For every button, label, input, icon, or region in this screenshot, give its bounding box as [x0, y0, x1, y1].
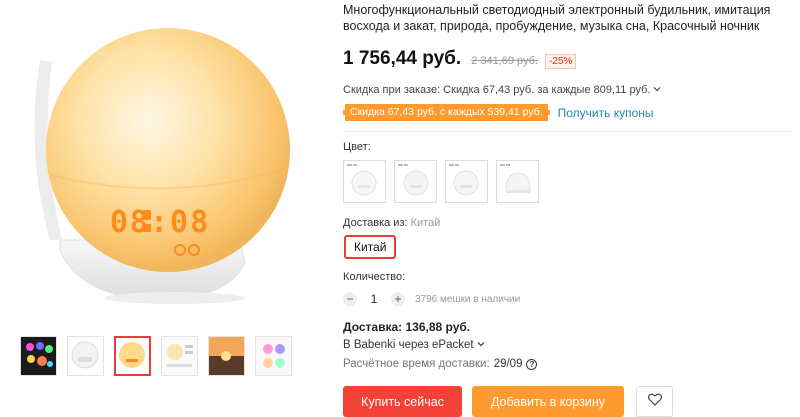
quantity-value[interactable]: 1 [357, 292, 391, 306]
thumbnail-sunset-scene[interactable] [208, 336, 245, 376]
chevron-down-icon [477, 339, 485, 351]
country-option-china[interactable]: Китай [344, 235, 397, 259]
divider [343, 131, 793, 132]
eta-value: 29/09 [493, 358, 523, 370]
delivery-estimate: Расчётное время доставки: 29/09 ? [343, 358, 793, 370]
ship-from-label: Доставка из: [343, 217, 408, 229]
order-discount[interactable]: Скидка при заказе: Скидка 67,43 руб. за … [343, 84, 793, 96]
discount-badge: -25% [545, 54, 577, 69]
coupon-tag: Скидка 67,43 руб. с каждых 539,41 руб. [343, 104, 550, 121]
wishlist-button[interactable] [636, 386, 673, 417]
clock-digits: 08:08 [110, 205, 210, 240]
order-discount-text: Скидка при заказе: Скидка 67,43 руб. за … [343, 84, 651, 96]
delivery-cost: Доставка: 136,88 руб. [343, 320, 471, 334]
color-swatch-3[interactable] [445, 160, 488, 203]
thumbnail-colorful-lamps[interactable] [20, 336, 57, 376]
get-coupons-link[interactable]: Получить купоны [558, 106, 654, 120]
color-swatch-4[interactable] [496, 160, 539, 203]
quantity-label: Количество: [343, 271, 406, 283]
action-buttons: Купить сейчас Добавить в корзину [343, 386, 793, 417]
shipping-method-text: В Babenki через ePacket [343, 339, 474, 351]
heart-icon [647, 393, 662, 411]
product-info: Многофункциональный светодиодный электро… [343, 0, 793, 417]
buy-now-button[interactable]: Купить сейчас [343, 386, 462, 417]
add-to-cart-button[interactable]: Добавить в корзину [472, 386, 624, 417]
thumbnail-glowing-lamp[interactable] [114, 336, 151, 376]
product-main-image[interactable]: 08:08 [0, 0, 330, 330]
shipping-method[interactable]: В Babenki через ePacket [343, 339, 793, 351]
color-swatch-2[interactable] [394, 160, 437, 203]
current-price: 1 756,44 руб. [343, 48, 462, 69]
color-swatch-1[interactable] [343, 160, 386, 203]
thumbnail-strip [20, 336, 292, 376]
eta-label: Расчётное время доставки: [343, 358, 490, 370]
thumbnail-lamp-features[interactable] [161, 336, 198, 376]
price-row: 1 756,44 руб. 2 341,69 руб. -25% [343, 48, 793, 70]
chevron-down-icon [653, 84, 661, 96]
stock-count: 3796 мешки в наличии [415, 293, 521, 305]
quantity-stepper: − 1 + 3796 мешки в наличии [343, 292, 793, 306]
quantity-increase-button[interactable]: + [391, 292, 405, 306]
thumbnail-color-variants[interactable] [255, 336, 292, 376]
thumbnail-white-lamp[interactable] [67, 336, 104, 376]
product-title: Многофункциональный светодиодный электро… [343, 3, 771, 33]
ship-from-value: Китай [410, 217, 441, 229]
color-label: Цвет: [343, 141, 371, 153]
help-icon[interactable]: ? [526, 358, 538, 370]
quantity-decrease-button[interactable]: − [343, 292, 357, 306]
coupon-row: Скидка 67,43 руб. с каждых 539,41 руб. П… [343, 104, 793, 121]
sunrise-lamp-image: 08:08 [34, 28, 290, 304]
color-swatches [343, 160, 793, 203]
original-price: 2 341,69 руб. [471, 55, 539, 67]
ship-from: Доставка из: Китай [343, 217, 793, 229]
